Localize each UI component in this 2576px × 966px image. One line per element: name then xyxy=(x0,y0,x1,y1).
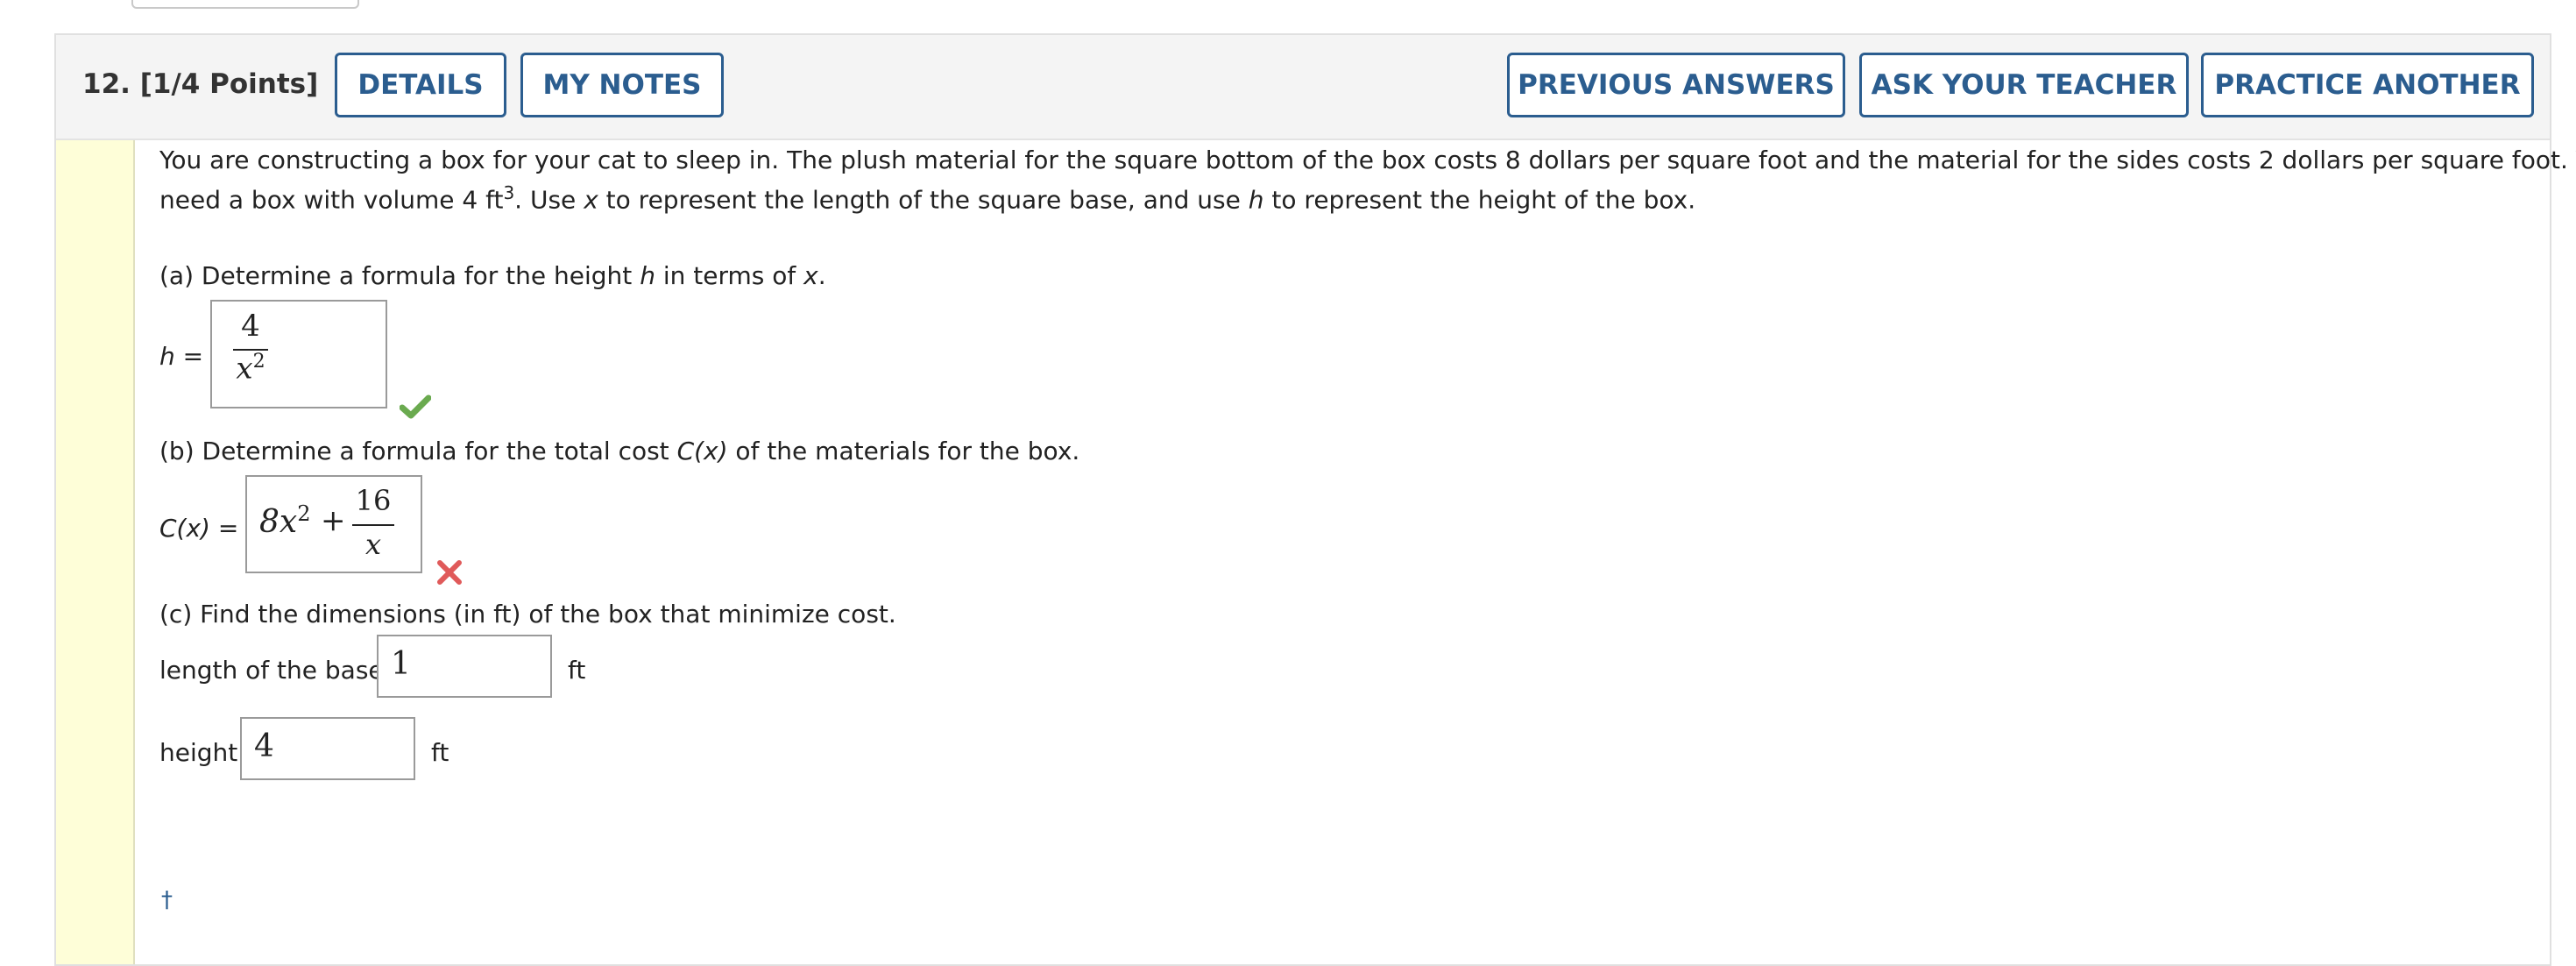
part-b-label: C(x) = xyxy=(159,514,238,543)
details-button[interactable]: DETAILS xyxy=(335,53,506,117)
part-b-fraction: 16 x xyxy=(352,484,394,561)
part-b-label-cx: C(x) xyxy=(159,514,210,543)
height-label: height xyxy=(159,738,238,767)
prompt-exponent: 3 xyxy=(503,182,515,203)
part-a-question: (a) Determine a formula for the height h… xyxy=(159,261,826,290)
part-b-term1-exp: 2 xyxy=(297,501,311,526)
prompt-text: need a box with volume 4 ft xyxy=(159,185,504,215)
practice-another-button[interactable]: PRACTICE ANOTHER xyxy=(2201,53,2534,117)
check-icon xyxy=(400,394,431,419)
base-length-unit: ft xyxy=(568,656,586,685)
part-a-var-x: x xyxy=(803,261,818,290)
part-a-text: (a) Determine a formula for the height xyxy=(159,261,640,290)
part-a-label: h = xyxy=(159,342,203,371)
previous-answers-button[interactable]: PREVIOUS ANSWERS xyxy=(1507,53,1845,117)
part-a-denominator: x2 xyxy=(233,351,268,386)
part-b-denominator: x xyxy=(364,528,382,561)
part-a-fraction: 4 x2 xyxy=(233,309,268,386)
part-a-text: . xyxy=(817,261,826,290)
part-b-numerator: 16 xyxy=(355,484,392,517)
question-number-points: 12. [1/4 Points] xyxy=(82,68,319,100)
part-b-term1: 8x2 xyxy=(259,501,311,540)
question-header: 12. [1/4 Points] DETAILS MY NOTES PREVIO… xyxy=(56,35,2550,140)
part-b-plus: + xyxy=(321,503,346,538)
base-length-input[interactable]: 1 xyxy=(377,635,552,698)
part-b-answer-field[interactable]: 8x2 + 16 x xyxy=(245,475,422,573)
top-tab-stub xyxy=(131,0,359,9)
part-a-label-eq: = xyxy=(174,342,204,371)
ask-your-teacher-button[interactable]: ASK YOUR TEACHER xyxy=(1859,53,2189,117)
prompt-var-x: x xyxy=(584,185,598,215)
part-b-label-eq: = xyxy=(209,514,239,543)
base-length-label: length of the base xyxy=(159,656,384,685)
part-b-term1-coef: 8x xyxy=(259,504,298,540)
part-c-question: (c) Find the dimensions (in ft) of the b… xyxy=(159,600,896,629)
prompt-line-1: You are constructing a box for your cat … xyxy=(159,146,2576,174)
part-a-numerator: 4 xyxy=(241,309,260,344)
part-b-var-cx: C(x) xyxy=(676,437,728,465)
part-b-text: (b) Determine a formula for the total co… xyxy=(159,437,677,465)
part-a-den-exp: 2 xyxy=(252,351,265,373)
prompt-line-2: need a box with volume 4 ft3. Use x to r… xyxy=(159,182,1695,214)
fraction-bar xyxy=(352,524,394,526)
prompt-text: to represent the height of the box. xyxy=(1263,185,1696,215)
part-a-var-h: h xyxy=(640,261,655,290)
prompt-text: to represent the length of the square ba… xyxy=(598,185,1249,215)
part-b-text: of the materials for the box. xyxy=(727,437,1080,465)
question-gutter xyxy=(56,140,135,964)
height-unit: ft xyxy=(431,738,449,767)
prompt-var-h: h xyxy=(1248,185,1264,215)
height-input[interactable]: 4 xyxy=(240,717,415,780)
part-a-label-h: h xyxy=(159,342,175,371)
part-a-text: in terms of xyxy=(655,261,804,290)
part-a-answer-field[interactable]: 4 x2 xyxy=(210,300,387,408)
part-a-den-base: x xyxy=(236,351,253,387)
my-notes-button[interactable]: MY NOTES xyxy=(520,53,724,117)
part-b-question: (b) Determine a formula for the total co… xyxy=(159,437,1079,465)
prompt-text: . Use xyxy=(514,185,584,215)
cross-icon xyxy=(437,560,462,585)
footnote-dagger[interactable]: † xyxy=(161,887,173,913)
